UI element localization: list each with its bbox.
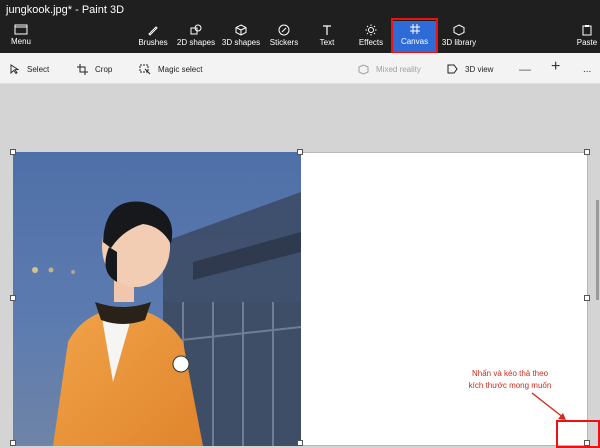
resize-handle-top-left[interactable]: [10, 149, 16, 155]
zoom-out-symbol: —: [519, 62, 531, 76]
paste-label: Paste: [576, 38, 598, 47]
tool-effects-label: Effects: [358, 38, 384, 47]
resize-handle-bottom-middle[interactable]: [297, 440, 303, 446]
canvas-highlight-box: [391, 18, 438, 54]
tool-brushes[interactable]: Brushes: [137, 22, 169, 52]
magic-select-icon: [139, 64, 151, 74]
resize-handle-middle-left[interactable]: [10, 295, 16, 301]
magic-select-button[interactable]: Magic select: [139, 61, 202, 77]
resize-handle-top-right[interactable]: [584, 149, 590, 155]
secondary-toolbar: Select Crop Magic select Mixed reality 3…: [0, 53, 600, 84]
crop-label: Crop: [95, 64, 113, 74]
zoom-out-button[interactable]: —: [519, 61, 531, 77]
tool-2d-shapes[interactable]: 2D shapes: [176, 22, 216, 52]
tool-3d-shapes-label: 3D shapes: [221, 38, 261, 47]
resize-handle-top-middle[interactable]: [297, 149, 303, 155]
brush-icon: [148, 26, 158, 36]
mixed-reality-label: Mixed reality: [376, 64, 421, 74]
select-button[interactable]: Select: [10, 61, 49, 77]
paste-button[interactable]: Paste: [574, 22, 600, 52]
3d-view-button[interactable]: 3D view: [447, 61, 493, 77]
view-3d-icon: [447, 64, 458, 74]
corner-highlight-box: [556, 420, 600, 448]
menu-button[interactable]: Menu: [4, 22, 38, 50]
annotation-line-1: Nhấn và kéo thả theo: [471, 369, 549, 378]
more-options-button[interactable]: ...: [583, 61, 591, 77]
vertical-scrollbar[interactable]: [596, 200, 599, 300]
shapes-2d-icon: [190, 24, 202, 35]
resize-handle-bottom-left[interactable]: [10, 440, 16, 446]
tool-stickers-label: Stickers: [269, 38, 299, 47]
window-title: jungkook.jpg* - Paint 3D: [6, 4, 125, 16]
select-label: Select: [27, 64, 50, 74]
tool-3d-library[interactable]: 3D library: [438, 22, 480, 52]
photo-image: [13, 152, 301, 446]
cursor-icon: [10, 64, 20, 74]
tool-stickers[interactable]: Stickers: [268, 22, 300, 52]
menu-label: Menu: [10, 37, 31, 46]
tool-text-label: Text: [319, 38, 335, 47]
crop-button[interactable]: Crop: [77, 61, 112, 77]
clipboard-icon: [582, 25, 592, 36]
cube-icon: [235, 24, 247, 36]
text-icon: [323, 25, 331, 35]
3d-view-label: 3D view: [465, 64, 494, 74]
tool-3d-shapes[interactable]: 3D shapes: [221, 22, 261, 52]
more-options-symbol: ...: [583, 63, 592, 75]
tool-2d-shapes-label: 2D shapes: [176, 38, 216, 47]
sticker-icon: [278, 24, 290, 36]
library-icon: [453, 24, 465, 36]
sun-icon: [365, 24, 377, 36]
mixed-reality-button[interactable]: Mixed reality: [358, 61, 421, 77]
zoom-in-button[interactable]: +: [551, 58, 561, 75]
tool-text[interactable]: Text: [314, 22, 340, 52]
tool-3d-library-label: 3D library: [441, 38, 477, 47]
annotation-note: Nhấn và kéo thả theo kích thước mong muố…: [440, 368, 580, 392]
resize-handle-middle-right[interactable]: [584, 295, 590, 301]
mixed-reality-icon: [358, 63, 369, 75]
zoom-in-symbol: +: [551, 58, 561, 75]
tool-effects[interactable]: Effects: [357, 22, 385, 52]
tool-brushes-label: Brushes: [138, 38, 168, 47]
magic-select-label: Magic select: [158, 64, 203, 74]
folder-icon: [4, 22, 38, 36]
ribbon-bar: jungkook.jpg* - Paint 3D Menu Brushes 2D…: [0, 0, 600, 54]
crop-icon: [77, 63, 88, 75]
